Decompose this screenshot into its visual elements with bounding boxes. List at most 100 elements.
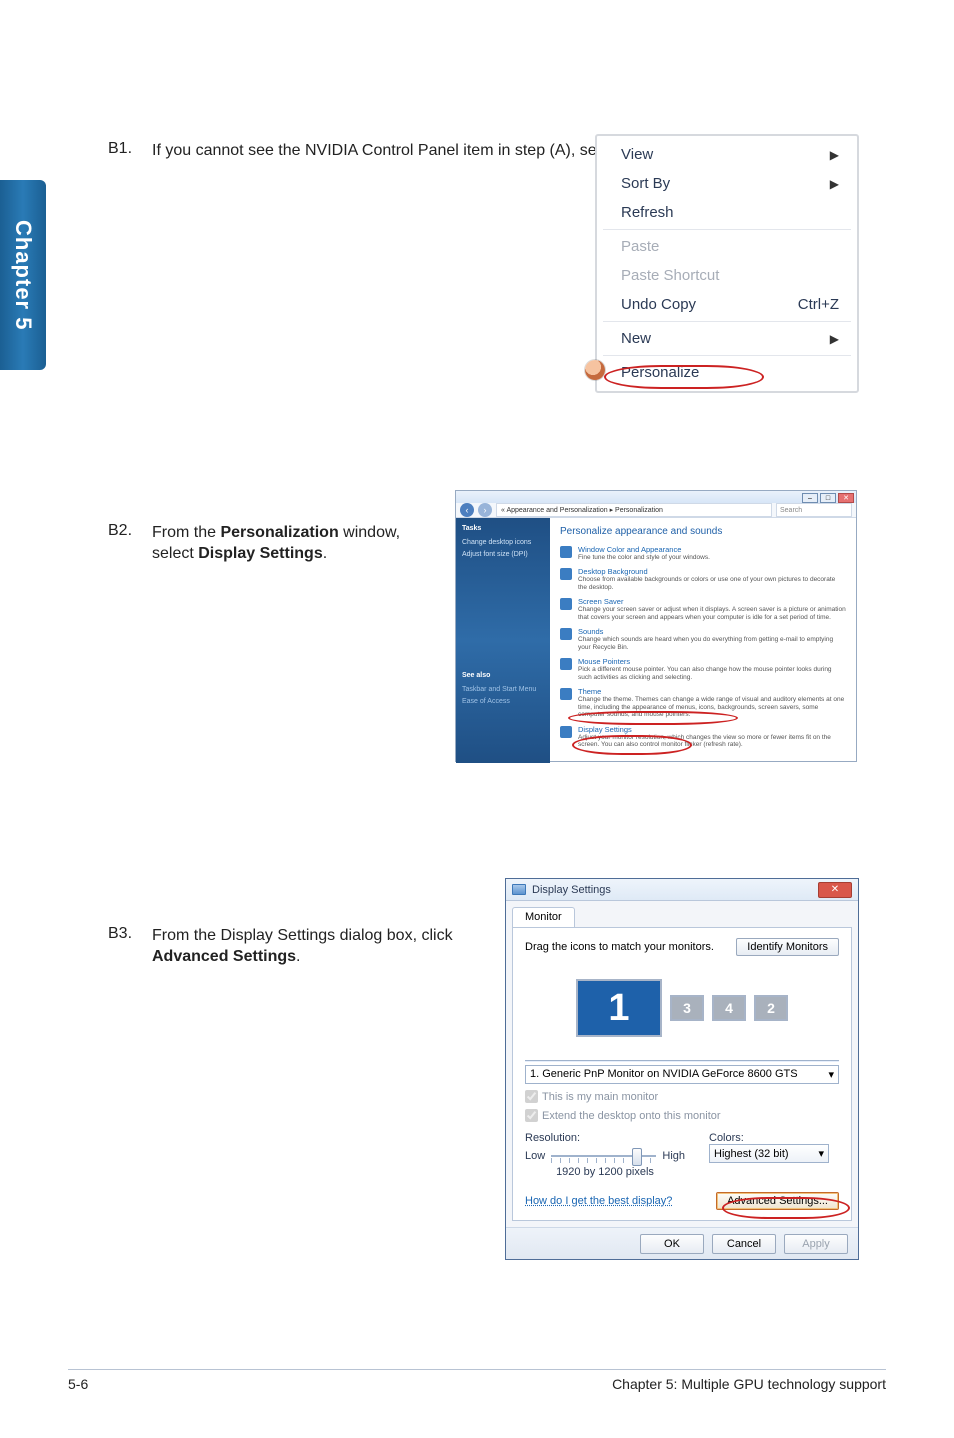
- personalization-item[interactable]: Display SettingsAdjust your monitor reso…: [560, 725, 846, 749]
- close-button[interactable]: ✕: [818, 882, 852, 898]
- menu-undo-copy[interactable]: Undo CopyCtrl+Z: [597, 290, 857, 319]
- step-num: B3.: [108, 925, 152, 943]
- personalization-item[interactable]: ThemeChange the theme. Themes can change…: [560, 687, 846, 718]
- item-icon: [560, 628, 572, 640]
- personalization-item[interactable]: SoundsChange which sounds are heard when…: [560, 627, 846, 651]
- item-title: Display Settings: [578, 725, 846, 734]
- item-desc: Change which sounds are heard when you d…: [578, 636, 846, 651]
- step-text: From the Display Settings dialog box, cl…: [152, 925, 472, 968]
- menu-paste: Paste: [597, 232, 857, 261]
- item-icon: [560, 598, 572, 610]
- page-number: 5-6: [68, 1376, 88, 1392]
- address-bar: ‹ › « Appearance and Personalization ▸ P…: [456, 503, 856, 518]
- monitor-icon: [512, 884, 526, 895]
- close-button[interactable]: ✕: [838, 493, 854, 503]
- checkbox-label: This is my main monitor: [542, 1091, 658, 1103]
- txt-a: If you cannot see the NVIDIA Control Pan…: [152, 142, 626, 159]
- txt-a: From the: [152, 524, 220, 541]
- checkbox-main-monitor: This is my main monitor: [525, 1090, 839, 1103]
- personalization-item[interactable]: Window Color and AppearanceFine tune the…: [560, 545, 846, 561]
- item-icon: [560, 568, 572, 580]
- tab-monitor[interactable]: Monitor: [512, 907, 575, 927]
- slider-thumb[interactable]: [632, 1148, 642, 1166]
- apply-button: Apply: [784, 1234, 848, 1254]
- cancel-button[interactable]: Cancel: [712, 1234, 776, 1254]
- item-title: Theme: [578, 687, 846, 696]
- personalization-item[interactable]: Mouse PointersPick a different mouse poi…: [560, 657, 846, 681]
- personalization-window: – □ ✕ ‹ › « Appearance and Personalizati…: [455, 490, 857, 762]
- step-text: From the Personalization window, select …: [152, 522, 442, 565]
- menu-sort-by[interactable]: Sort By ▶: [597, 169, 857, 198]
- breadcrumb[interactable]: « Appearance and Personalization ▸ Perso…: [496, 503, 772, 517]
- menu-separator: [603, 321, 851, 322]
- monitor-arrangement[interactable]: 1 3 4 2: [525, 966, 839, 1050]
- monitor-4[interactable]: 4: [712, 995, 746, 1021]
- sidebar-link[interactable]: Taskbar and Start Menu: [462, 685, 544, 695]
- menu-separator: [603, 229, 851, 230]
- dialog-title: Display Settings: [532, 884, 611, 896]
- colors-select[interactable]: Highest (32 bit)▾: [709, 1144, 829, 1163]
- submenu-arrow-icon: ▶: [830, 332, 839, 346]
- dialog-titlebar: Display Settings ✕: [506, 879, 858, 901]
- window-titlebar: – □ ✕: [456, 491, 856, 503]
- nav-forward-button[interactable]: ›: [478, 503, 492, 517]
- submenu-arrow-icon: ▶: [830, 177, 839, 191]
- identify-monitors-button[interactable]: Identify Monitors: [736, 938, 839, 956]
- item-desc: Pick a different mouse pointer. You can …: [578, 666, 846, 681]
- checkbox-extend-desktop: Extend the desktop onto this monitor: [525, 1109, 839, 1122]
- monitor-1[interactable]: 1: [576, 979, 662, 1037]
- monitor-select[interactable]: 1. Generic PnP Monitor on NVIDIA GeForce…: [525, 1065, 839, 1084]
- txt-a: From the Display Settings dialog box, cl…: [152, 927, 453, 944]
- menu-label: View: [621, 146, 653, 163]
- maximize-button[interactable]: □: [820, 493, 836, 503]
- personalize-icon: [585, 360, 605, 380]
- item-icon: [560, 688, 572, 700]
- submenu-arrow-icon: ▶: [830, 148, 839, 162]
- help-link[interactable]: How do I get the best display?: [525, 1195, 672, 1207]
- monitor-2[interactable]: 2: [754, 995, 788, 1021]
- chapter-side-tab: Chapter 5: [0, 180, 46, 370]
- menu-view[interactable]: View ▶: [597, 140, 857, 169]
- menu-label: Paste: [621, 238, 659, 255]
- checkbox-label: Extend the desktop onto this monitor: [542, 1110, 721, 1122]
- item-title: Window Color and Appearance: [578, 545, 846, 554]
- item-title: Sounds: [578, 627, 846, 636]
- resolution-column: Resolution: Low High 1920 by 1200 pixels: [525, 1132, 685, 1178]
- monitor-3[interactable]: 3: [670, 995, 704, 1021]
- sidebar-link[interactable]: Ease of Access: [462, 697, 544, 707]
- select-value: Highest (32 bit): [714, 1148, 789, 1160]
- select-value: 1. Generic PnP Monitor on NVIDIA GeForce…: [530, 1068, 798, 1081]
- advanced-settings-button[interactable]: Advanced Settings...: [716, 1192, 839, 1210]
- sidebar-link[interactable]: Change desktop icons: [462, 538, 544, 548]
- resolution-value: 1920 by 1200 pixels: [525, 1166, 685, 1178]
- ok-button[interactable]: OK: [640, 1234, 704, 1254]
- menu-new[interactable]: New ▶: [597, 324, 857, 353]
- slider-low: Low: [525, 1150, 545, 1162]
- nav-back-button[interactable]: ‹: [460, 503, 474, 517]
- page-footer: 5-6 Chapter 5: Multiple GPU technology s…: [68, 1369, 886, 1392]
- item-desc: Choose from available backgrounds or col…: [578, 576, 846, 591]
- sidebar-see-also: See also: [462, 671, 544, 681]
- search-input[interactable]: Search: [776, 503, 852, 517]
- checkbox-input: [525, 1109, 538, 1122]
- menu-refresh[interactable]: Refresh: [597, 198, 857, 227]
- resolution-label: Resolution:: [525, 1132, 685, 1144]
- item-icon: [560, 546, 572, 558]
- txt-bold2: Display Settings: [198, 545, 322, 562]
- minimize-button[interactable]: –: [802, 493, 818, 503]
- colors-column: Colors: Highest (32 bit)▾: [709, 1132, 839, 1178]
- personalization-item[interactable]: Desktop BackgroundChoose from available …: [560, 567, 846, 591]
- item-icon: [560, 726, 572, 738]
- resolution-slider[interactable]: Low High: [525, 1148, 685, 1164]
- txt-b: .: [296, 948, 300, 965]
- tasks-sidebar: Tasks Change desktop icons Adjust font s…: [456, 518, 550, 763]
- slider-track[interactable]: [551, 1148, 656, 1164]
- menu-personalize[interactable]: Personalize: [597, 358, 857, 387]
- menu-label: New: [621, 330, 651, 347]
- menu-label: Sort By: [621, 175, 670, 192]
- sidebar-link[interactable]: Adjust font size (DPI): [462, 550, 544, 560]
- colors-label: Colors:: [709, 1132, 839, 1144]
- item-desc: Fine tune the color and style of your wi…: [578, 554, 846, 561]
- personalization-item[interactable]: Screen SaverChange your screen saver or …: [560, 597, 846, 621]
- menu-label: Refresh: [621, 204, 674, 221]
